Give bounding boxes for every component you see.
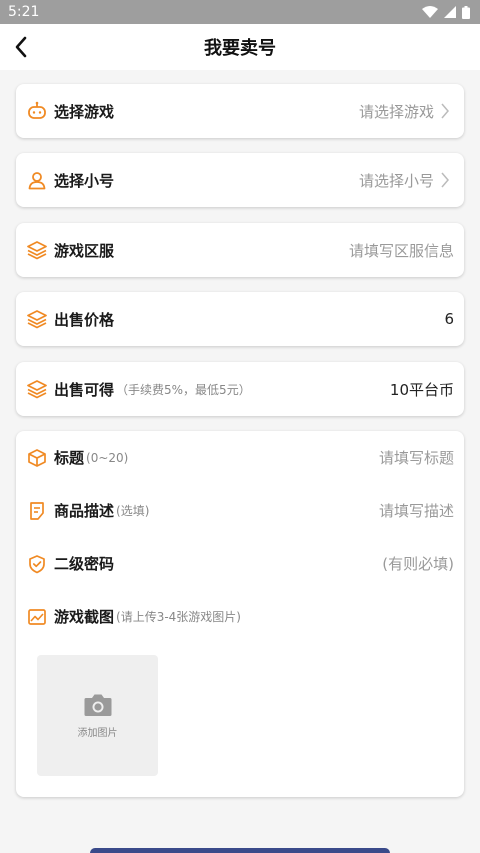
select-account-row[interactable]: 选择小号 请选择小号: [16, 153, 464, 207]
sell-price-label: 出售价格: [54, 310, 115, 329]
status-time: 5:21: [8, 4, 40, 20]
select-game-label: 选择游戏: [54, 102, 115, 121]
chevron-right-icon: [440, 101, 454, 121]
description-input[interactable]: 请填写描述: [379, 500, 454, 521]
screenshots-row: 游戏截图 (请上传3-4张游戏图片): [16, 590, 464, 643]
select-account-placeholder: 请选择小号: [358, 171, 434, 190]
submit-button[interactable]: [90, 848, 390, 853]
select-account-label: 选择小号: [54, 171, 115, 190]
game-server-label: 游戏区服: [54, 241, 115, 260]
fee-hint: （手续费5%，最低5元）: [116, 382, 251, 397]
status-bar: 5:21: [0, 0, 480, 24]
select-game-placeholder: 请选择游戏: [358, 102, 434, 121]
box-icon: [26, 447, 48, 469]
game-controller-icon: [26, 100, 48, 122]
description-row[interactable]: 商品描述 (选填) 请填写描述: [16, 484, 464, 537]
add-image-button[interactable]: 添加图片: [37, 655, 158, 776]
sell-earnings-label: 出售可得: [54, 380, 115, 399]
back-button[interactable]: [6, 32, 36, 62]
title-label: 标题: [54, 449, 85, 467]
battery-icon: [462, 5, 470, 19]
back-arrow-icon: [15, 36, 27, 58]
details-card: 标题 (0~20) 请填写标题 商品描述 (选填) 请填写描述 二级密码 (有则…: [16, 431, 464, 797]
layers-icon: [26, 378, 48, 400]
status-icons: [422, 5, 470, 19]
select-game-row[interactable]: 选择游戏 请选择游戏: [16, 84, 464, 138]
game-server-input[interactable]: 请填写区服信息: [349, 240, 454, 261]
user-icon: [26, 169, 48, 191]
title-input[interactable]: 请填写标题: [379, 447, 454, 468]
sell-price-row[interactable]: 出售价格 6: [16, 292, 464, 346]
nav-bar: 我要卖号: [0, 24, 480, 70]
add-image-label: 添加图片: [77, 728, 118, 739]
shield-check-icon: [26, 553, 48, 575]
description-hint: (选填): [116, 504, 150, 518]
layers-icon: [26, 239, 48, 261]
sell-price-input[interactable]: 6: [444, 310, 454, 328]
image-icon: [26, 606, 48, 628]
layers-icon: [26, 308, 48, 330]
password-row[interactable]: 二级密码 (有则必填): [16, 537, 464, 590]
password-input[interactable]: (有则必填): [382, 553, 454, 574]
screenshots-label: 游戏截图: [54, 608, 115, 626]
game-server-row[interactable]: 游戏区服 请填写区服信息: [16, 223, 464, 277]
description-label: 商品描述: [54, 502, 115, 520]
title-row[interactable]: 标题 (0~20) 请填写标题: [16, 431, 464, 484]
edit-note-icon: [26, 500, 48, 522]
title-hint: (0~20): [86, 450, 129, 465]
password-label: 二级密码: [54, 555, 115, 573]
chevron-right-icon: [440, 170, 454, 190]
page-title: 我要卖号: [204, 38, 276, 59]
camera-icon: [84, 694, 111, 716]
sell-earnings-row: 出售可得 （手续费5%，最低5元） 10平台币: [16, 362, 464, 416]
sell-earnings-value: 10平台币: [389, 380, 454, 399]
signal-icon: [444, 6, 456, 18]
screenshots-hint: (请上传3-4张游戏图片): [116, 610, 241, 624]
wifi-icon: [422, 6, 438, 18]
